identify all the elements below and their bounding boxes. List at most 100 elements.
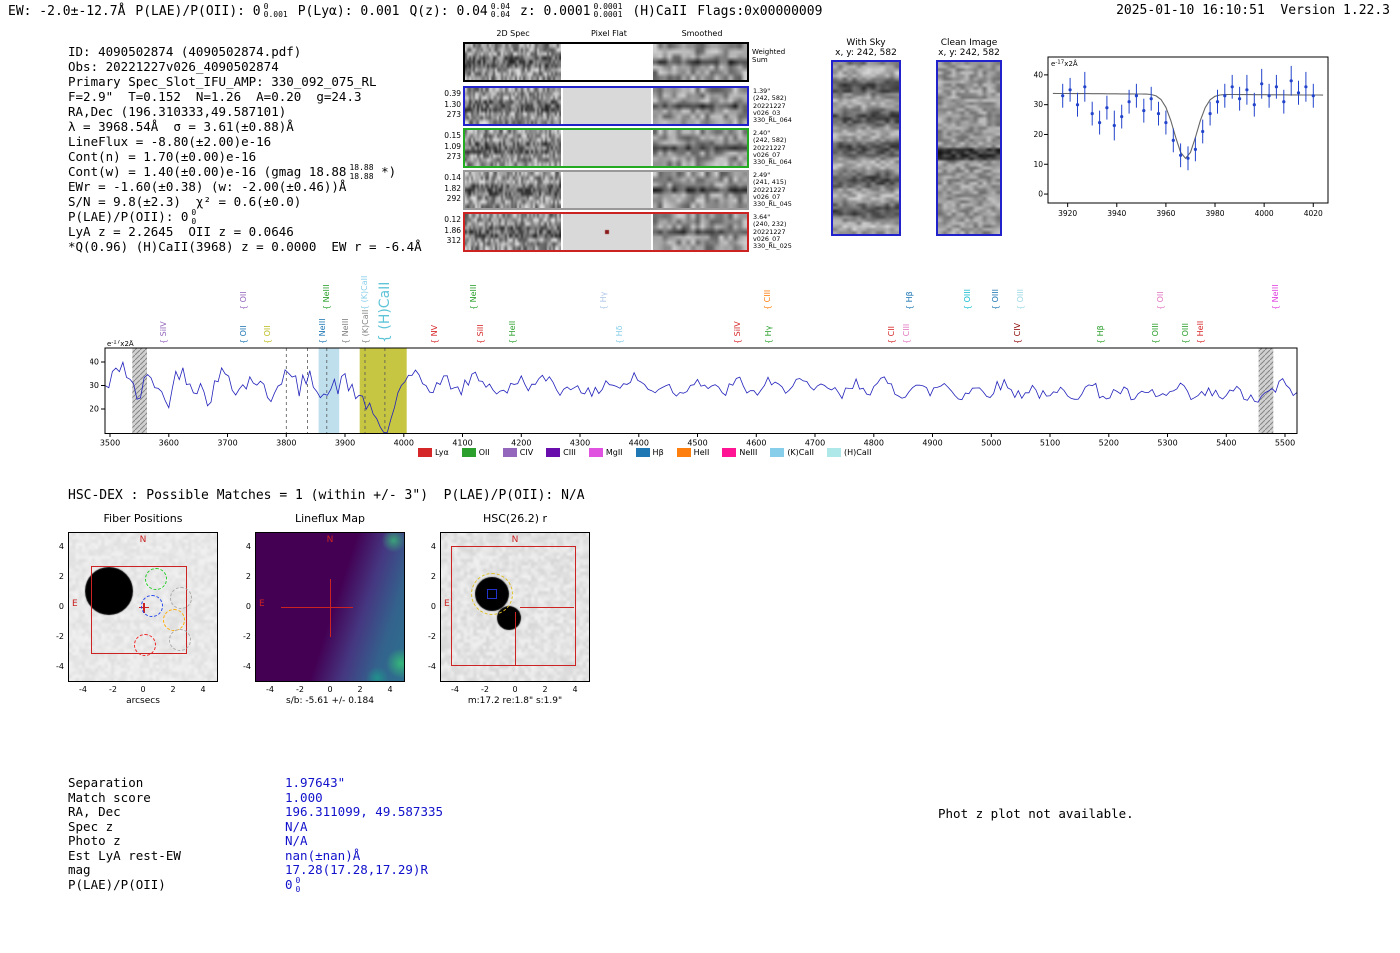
fiber-circle [169,629,191,651]
svg-text:3500: 3500 [100,439,120,448]
crosshair-line [520,607,574,608]
svg-text:3940: 3940 [1107,209,1126,218]
spec2d-image-segment [653,172,747,208]
spec2d-image-segment [653,88,747,124]
match-field-value: 1.97643" [285,775,345,790]
header-summary-line: EW: -2.0±-12.7Å P(LAE)/P(OII): 000.001 P… [8,3,822,20]
plya-summary: P(Lyα): 0.001 [298,4,400,19]
compass-east-label: E [72,599,78,609]
svg-text:4020: 4020 [1304,209,1323,218]
spec2d-row-stats: 0.391.30273 [435,89,461,121]
match-field-value: 1.000 [285,790,323,805]
compass-east-label: E [259,599,265,609]
svg-text:4500: 4500 [687,439,707,448]
axis-tick-label: -2 [237,632,251,641]
legend-swatch [722,448,736,457]
svg-text:4800: 4800 [864,439,884,448]
axis-tick-label: -4 [422,662,436,671]
legend-item: (K)CaII [770,448,814,457]
svg-text:3900: 3900 [335,439,355,448]
axis-tick-label: 2 [422,572,436,581]
legend-item: MgII [589,448,623,457]
axis-tick-label: 2 [50,572,64,581]
info-line: Obs: 20221227v026_4090502874 [68,59,422,74]
clean-image-title: Clean Image [924,38,1014,48]
legend-item: (H)CaII [827,448,871,457]
legend-label: Lyα [435,448,449,457]
axis-tick-label: -4 [262,685,278,694]
svg-text:4700: 4700 [805,439,825,448]
info-line: EWr = -1.60(±0.38) (w: -2.00(±0.46))Å [68,179,422,194]
legend-swatch [503,448,517,457]
svg-text:10: 10 [1033,160,1043,169]
svg-text:4900: 4900 [922,439,942,448]
spec2d-image-segment [465,130,561,166]
with-sky-coords: x, y: 242, 582 [821,48,911,58]
axis-tick-label: 0 [322,685,338,694]
axis-tick-label: -4 [50,662,64,671]
axis-tick-label: 4 [195,685,211,694]
legend-swatch [462,448,476,457]
legend-item: HeII [677,448,710,457]
compass-east-label: E [444,599,450,609]
emission-line-label: { (H)CaII [377,282,393,343]
axis-tick-label: -2 [477,685,493,694]
axis-tick-label: 0 [507,685,523,694]
axis-tick-label: 0 [422,602,436,611]
axis-tick-label: 4 [567,685,583,694]
info-line: ID: 4090502874 (4090502874.pdf) [68,44,422,59]
spec2d-row [463,212,749,252]
cutout-extent-box [451,546,576,666]
spec2d-image-segment [465,172,561,208]
legend-label: MgII [606,448,623,457]
axis-tick-label: 2 [237,572,251,581]
emission-line-label: { Hβ [905,291,914,310]
match-field-label: Photo z [68,833,121,848]
axis-tick-label: -2 [50,632,64,641]
svg-text:3920: 3920 [1058,209,1077,218]
spec2d-column-title: 2D Spec [468,29,558,38]
hsc-dex-heading: HSC-DEX : Possible Matches = 1 (within +… [68,488,585,503]
emission-line-label: { NeIII [322,284,331,310]
legend-item: OII [462,448,490,457]
emission-line-label: { OII [239,291,248,310]
svg-text:20: 20 [90,405,99,414]
with-sky-canvas [833,62,899,234]
clean-image-coords: x, y: 242, 582 [924,48,1014,58]
phot-z-note: Phot z plot not available. [938,806,1134,821]
spec2d-image-segment [563,172,651,208]
fiber-circle [134,634,156,656]
svg-text:4400: 4400 [629,439,649,448]
spec2d-column-title: Pixel Flat [564,29,654,38]
detection-info-block: ID: 4090502874 (4090502874.pdf) Obs: 202… [68,44,422,254]
spec2d-image-segment [563,88,651,124]
svg-text:30: 30 [1033,100,1043,109]
svg-text:5500: 5500 [1275,439,1295,448]
spec2d-row-stats: 0.141.82292 [435,173,461,205]
svg-text:3700: 3700 [217,439,237,448]
match-field-label: Separation [68,775,143,790]
lineflux-map-title: Lineflux Map [255,512,405,525]
axis-tick-label: -4 [447,685,463,694]
legend-item: CIV [503,448,533,457]
spectrum-legend: LyαOIICIVCIIIMgIIHβHeIINeIII(K)CaII(H)Ca… [418,448,871,457]
timestamp-version: 2025-01-10 16:10:51 Version 1.22.3 [1116,3,1390,18]
ew-summary: EW: -2.0±-12.7Å [8,4,125,19]
axis-tick-label: 4 [237,542,251,551]
svg-text:e-17x2Å: e-17x2Å [107,340,134,348]
spec2d-row-stats: 0.121.86312 [435,215,461,247]
svg-text:20: 20 [1033,130,1043,139]
fiber-positions-title: Fiber Positions [68,512,218,525]
info-line: LyA z = 2.2645 OII z = 0.0646 [68,224,422,239]
legend-label: (K)CaII [787,448,814,457]
flags-summary: Flags:0x00000009 [697,4,822,19]
svg-text:4000: 4000 [1255,209,1274,218]
match-field-label: Spec z [68,819,113,834]
svg-text:5100: 5100 [1040,439,1060,448]
legend-swatch [418,448,432,457]
match-field-value: nan(±nan)Å [285,848,360,863]
spec2d-image-segment [465,44,561,80]
emission-line-label: { CIII [763,290,772,310]
svg-text:e-17x2Å: e-17x2Å [1051,59,1078,68]
axis-tick-label: -4 [75,685,91,694]
